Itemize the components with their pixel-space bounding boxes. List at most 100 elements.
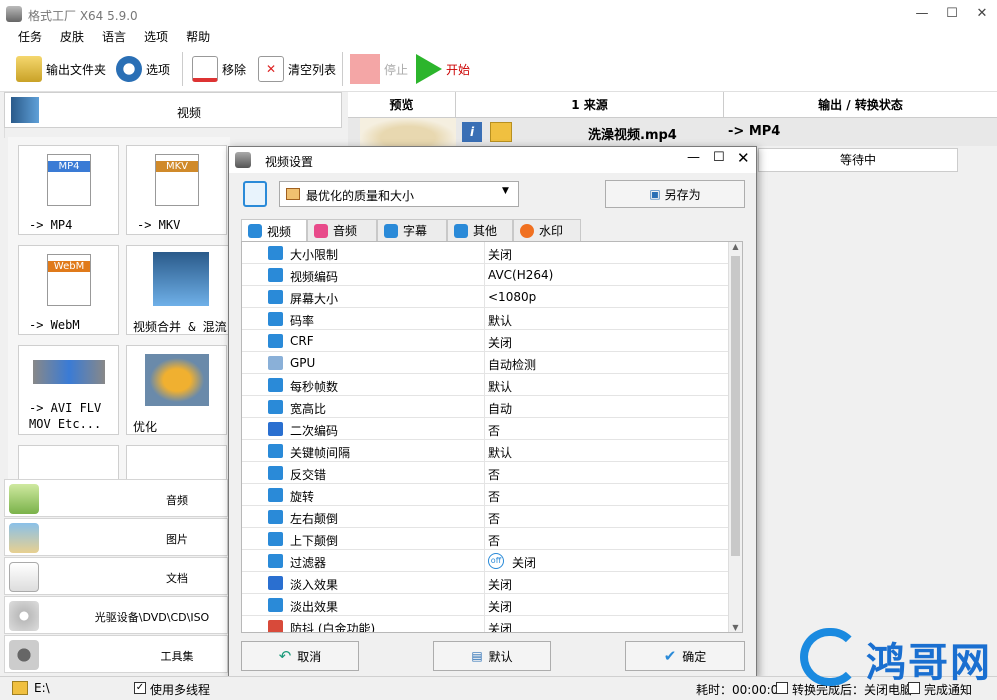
after-convert-checkbox[interactable] [776,682,788,694]
param-value[interactable]: 否 [488,510,500,527]
stop-button[interactable]: 停止 [350,54,408,84]
param-value[interactable]: 关闭 [488,246,512,263]
ok-button[interactable]: ✔ 确定 [625,641,745,671]
list-scrollbar[interactable]: ▲ ▼ [728,242,742,632]
menu-task[interactable]: 任务 [18,28,42,46]
param-value[interactable]: 关闭 [488,620,512,632]
menu-help[interactable]: 帮助 [186,28,210,46]
param-value[interactable]: 关闭 [488,576,512,593]
minimize-icon[interactable]: — [907,0,937,28]
clear-list-button[interactable]: ✕ 清空列表 [258,55,336,83]
output-drive[interactable]: E:\ [34,681,50,695]
param-row-size-limit[interactable]: 大小限制 关闭 [242,242,728,264]
param-value[interactable]: 否 [488,532,500,549]
tab-other[interactable]: 其他 [447,219,513,241]
task-row[interactable]: i 洗澡视频.mp4 -> MP4 [348,118,997,146]
param-row-aspect[interactable]: 宽高比 自动 [242,396,728,418]
options-button[interactable]: 选项 [116,55,170,83]
maximize-icon[interactable]: ☐ [713,150,725,165]
info-icon[interactable]: i [462,122,482,142]
tile-more[interactable] [126,445,227,479]
column-divider [484,462,485,484]
category-picture[interactable]: 图片 [4,518,228,556]
col-source[interactable]: 1 来源 [456,92,724,118]
video-category-header[interactable]: 视频 [4,92,342,128]
close-icon[interactable]: ✕ [737,149,750,167]
param-row-deinterlace[interactable]: 反交错 否 [242,462,728,484]
tile-avi-flv[interactable]: -> AVI FLV MOV Etc... [18,345,119,435]
category-audio[interactable]: 音频 [4,479,228,517]
category-disc[interactable]: 光驱设备\DVD\CD\ISO [4,596,228,634]
scroll-up-icon[interactable]: ▲ [729,242,742,251]
multithread-checkbox[interactable]: ✓ [134,682,146,694]
tile-more[interactable] [18,445,119,479]
param-value[interactable]: 默认 [488,378,512,395]
param-value[interactable]: 否 [488,488,500,505]
param-value[interactable]: 关闭 [488,598,512,615]
category-tools[interactable]: 工具集 [4,635,228,673]
start-button[interactable]: 开始 [416,54,470,84]
tile-optimize[interactable]: 优化 [126,345,227,435]
menu-language[interactable]: 语言 [102,28,126,46]
param-row-codec[interactable]: 视频编码 AVC(H264) [242,264,728,286]
menu-options[interactable]: 选项 [144,28,168,46]
tile-mkv[interactable]: MKV -> MKV [126,145,227,235]
tile-mp4[interactable]: MP4 -> MP4 [18,145,119,235]
param-row-filter[interactable]: 过滤器 off 关闭 [242,550,728,572]
scroll-down-icon[interactable]: ▼ [729,623,742,632]
status-badge: 等待中 [758,148,958,172]
remove-button[interactable]: 移除 [192,55,246,83]
default-button[interactable]: ▤ 默认 [433,641,551,671]
param-row-keyframe[interactable]: 关键帧间隔 默认 [242,440,728,462]
toolbar: 输出文件夹 选项 移除 ✕ 清空列表 停止 开始 [0,46,997,92]
param-value[interactable]: 关闭 [512,554,536,571]
param-row-gpu[interactable]: GPU 自动检测 [242,352,728,374]
video-settings-dialog: 视频设置 — ☐ ✕ 最优化的质量和大小 ▼ ▣ 另存为 视频 音频 字幕 其他 … [228,146,757,678]
mp4-file-icon: MP4 [47,154,91,206]
save-as-button[interactable]: ▣ 另存为 [605,180,745,208]
deinterlace-icon [268,466,283,480]
close-icon[interactable]: ✕ [967,0,997,28]
param-row-two-pass[interactable]: 二次编码 否 [242,418,728,440]
param-row-crf[interactable]: CRF 关闭 [242,330,728,352]
param-row-flip-v[interactable]: 上下颠倒 否 [242,528,728,550]
tile-merge[interactable]: 视频合并 & 混流 [126,245,230,335]
param-row-rotate[interactable]: 旋转 否 [242,484,728,506]
tab-watermark[interactable]: 水印 [513,219,581,241]
param-value[interactable]: AVC(H264) [488,268,553,282]
tile-webm[interactable]: WebM -> WebM [18,245,119,335]
param-value[interactable]: 默认 [488,312,512,329]
tab-video[interactable]: 视频 [241,219,307,242]
col-output[interactable]: 输出 / 转换状态 [724,92,997,118]
param-row-screen[interactable]: 屏幕大小 <1080p [242,286,728,308]
param-value[interactable]: 自动 [488,400,512,417]
param-row-flip-h[interactable]: 左右颠倒 否 [242,506,728,528]
param-row-fade-in[interactable]: 淡入效果 关闭 [242,572,728,594]
cancel-button[interactable]: ↶ 取消 [241,641,359,671]
param-value[interactable]: 自动检测 [488,356,536,373]
tab-audio[interactable]: 音频 [307,219,377,241]
category-document[interactable]: 文档 [4,557,228,595]
param-row-bitrate[interactable]: 码率 默认 [242,308,728,330]
tab-subtitle[interactable]: 字幕 [377,219,447,241]
folder-icon[interactable] [12,681,28,695]
folder-icon[interactable] [490,122,512,142]
param-row-fps[interactable]: 每秒帧数 默认 [242,374,728,396]
preset-select[interactable]: 最优化的质量和大小 ▼ [279,181,519,207]
param-row-stabilize[interactable]: 防抖 (白金功能) 关闭 [242,616,728,632]
maximize-icon[interactable]: ☐ [937,0,967,28]
title-bar: 格式工厂 X64 5.9.0 — ☐ ✕ [0,0,997,28]
param-value[interactable]: 否 [488,466,500,483]
output-folder-button[interactable]: 输出文件夹 [16,55,106,83]
param-value[interactable]: 默认 [488,444,512,461]
param-value[interactable]: <1080p [488,290,536,304]
col-preview[interactable]: 预览 [348,92,456,118]
minimize-icon[interactable]: — [687,150,700,165]
param-value[interactable]: 否 [488,422,500,439]
param-value[interactable]: 关闭 [488,334,512,351]
menu-skin[interactable]: 皮肤 [60,28,84,46]
param-row-fade-out[interactable]: 淡出效果 关闭 [242,594,728,616]
remove-icon [192,56,218,82]
task-list-header: 预览 1 来源 输出 / 转换状态 [348,92,997,118]
scroll-thumb[interactable] [731,256,740,556]
